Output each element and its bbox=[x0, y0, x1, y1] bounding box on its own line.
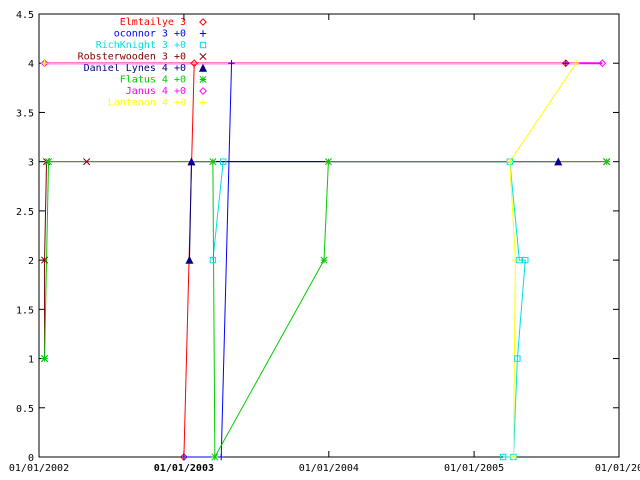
y-tick-label: 1 bbox=[28, 355, 34, 366]
series-line-1 bbox=[183, 62, 566, 458]
data-point bbox=[41, 355, 49, 363]
data-point bbox=[199, 41, 207, 49]
series-line-0 bbox=[183, 62, 566, 458]
data-point bbox=[185, 255, 194, 264]
legend-label: Flatus 4 +0 bbox=[120, 75, 186, 86]
x-tick-label: 01/01/2005 bbox=[444, 463, 504, 474]
data-point bbox=[198, 63, 208, 72]
legend-label: Daniel Lynes 4 +0 bbox=[84, 63, 186, 74]
y-tick-label: 2 bbox=[28, 256, 34, 267]
series-line-2 bbox=[212, 161, 526, 458]
data-point bbox=[603, 158, 611, 166]
data-point bbox=[324, 158, 332, 166]
data-point bbox=[228, 60, 235, 67]
data-point bbox=[199, 52, 207, 61]
legend-label: Elmtailye 3 bbox=[120, 17, 186, 28]
data-point bbox=[562, 60, 570, 67]
data-point bbox=[180, 453, 188, 461]
legend-label: Lantenon 4 +0 bbox=[108, 98, 186, 109]
series-line-5 bbox=[44, 161, 607, 459]
data-point bbox=[199, 18, 207, 26]
y-tick-label: 2.5 bbox=[16, 207, 34, 218]
y-tick-label: 3 bbox=[28, 158, 34, 169]
x-tick-label: 01/01/2004 bbox=[299, 463, 359, 474]
y-tick-label: 4.5 bbox=[16, 10, 34, 21]
legend-label: Robsterwooden 3 +0 bbox=[78, 52, 186, 63]
data-point bbox=[41, 60, 48, 67]
x-tick-label: 01/01/20 bbox=[595, 463, 640, 474]
data-point bbox=[572, 60, 580, 67]
x-tick-label: 01/01/2003 bbox=[154, 463, 214, 474]
y-tick-label: 3.5 bbox=[16, 108, 34, 119]
data-point bbox=[320, 256, 328, 264]
y-tick-label: 1.5 bbox=[16, 305, 34, 316]
chart: Elmtailye 3oconnor 3 +0RichKnight 3 +0Ro… bbox=[9, 10, 640, 474]
data-point bbox=[199, 75, 207, 84]
series-line-7 bbox=[44, 62, 578, 458]
legend-label: Janus 4 +0 bbox=[126, 86, 186, 97]
data-point bbox=[211, 453, 219, 461]
data-point bbox=[199, 87, 207, 95]
y-tick-label: 0.5 bbox=[16, 404, 34, 415]
series-line-4 bbox=[188, 161, 559, 261]
y-tick-label: 4 bbox=[28, 59, 34, 70]
legend-label: oconnor 3 +0 bbox=[114, 29, 186, 40]
legend-label: RichKnight 3 +0 bbox=[96, 40, 186, 51]
data-point bbox=[199, 30, 207, 37]
data-point bbox=[209, 158, 217, 166]
data-point bbox=[199, 99, 207, 106]
x-tick-label: 01/01/2002 bbox=[9, 463, 69, 474]
data-point bbox=[218, 453, 225, 461]
data-point bbox=[44, 158, 53, 166]
